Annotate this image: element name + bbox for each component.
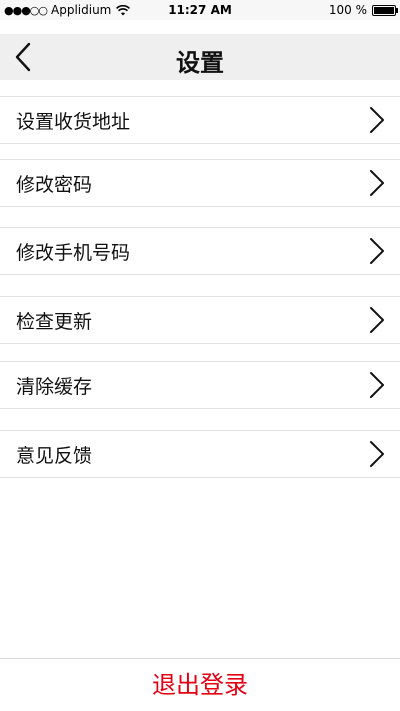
settings-item-feedback[interactable]: 意见反馈 — [0, 430, 400, 478]
chevron-right-icon — [370, 170, 384, 196]
page-title: 设置 — [176, 49, 224, 77]
chevron-right-icon — [370, 107, 384, 133]
status-right: 100 % — [328, 3, 398, 17]
settings-item-clear-cache[interactable]: 清除缓存 — [0, 361, 400, 409]
chevron-right-icon — [370, 372, 384, 398]
settings-item-label: 清除缓存 — [16, 376, 93, 398]
battery-level-fill — [374, 6, 394, 14]
settings-item-shipping-address[interactable]: 设置收货地址 — [0, 96, 400, 144]
logout-button[interactable]: 退出登录 — [0, 665, 400, 700]
battery-percentage: 100 % — [328, 3, 367, 17]
settings-item-label: 检查更新 — [16, 311, 93, 333]
settings-item-label: 修改密码 — [16, 174, 93, 196]
bottom-bar: 退出登录 — [0, 658, 400, 711]
battery-icon — [372, 4, 398, 16]
settings-item-label: 设置收货地址 — [16, 111, 131, 133]
navigation-bar: 设置 — [0, 34, 400, 80]
chevron-right-icon — [370, 441, 384, 467]
settings-item-check-update[interactable]: 检查更新 — [0, 296, 400, 344]
settings-item-label: 意见反馈 — [16, 445, 93, 467]
settings-item-change-password[interactable]: 修改密码 — [0, 159, 400, 207]
chevron-right-icon — [370, 238, 384, 264]
settings-item-label: 修改手机号码 — [16, 242, 131, 264]
chevron-right-icon — [370, 307, 384, 333]
status-bar: ●●●○○ Applidium 11:27 AM 100 % — [0, 0, 400, 20]
settings-item-change-phone[interactable]: 修改手机号码 — [0, 227, 400, 275]
